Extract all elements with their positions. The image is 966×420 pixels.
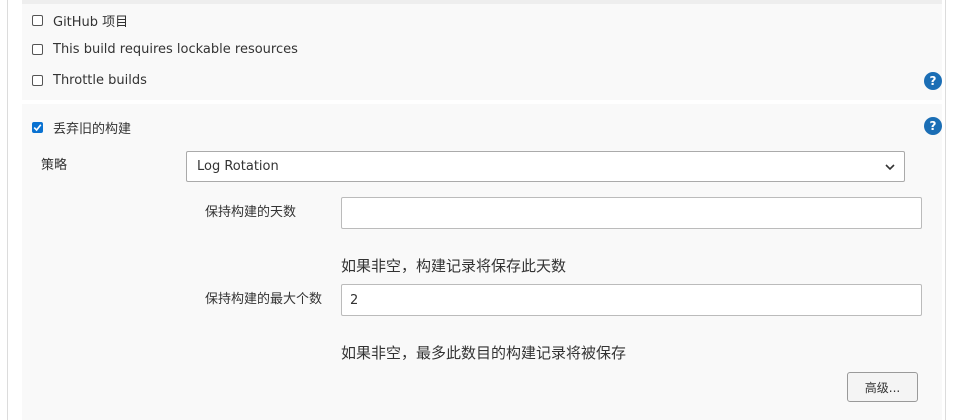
check-icon [33,124,42,132]
checkbox[interactable] [32,44,43,55]
right-divider [945,0,946,420]
option-discard-old-builds[interactable]: 丢弃旧的构建 [32,118,131,137]
option-github-project[interactable]: GitHub 项目 [32,11,128,30]
option-throttle-builds[interactable]: Throttle builds [32,73,147,88]
left-divider [7,0,8,420]
help-icon[interactable]: ? [924,117,942,135]
chevron-down-icon [885,163,895,170]
strategy-selected-value: Log Rotation [197,159,279,174]
checkbox-checked[interactable] [32,122,43,133]
max-builds-label: 保持构建的最大个数 [205,292,323,307]
days-to-keep-hint: 如果非空，构建记录将保存此天数 [341,257,567,275]
strategy-label: 策略 [41,158,68,173]
option-label: 丢弃旧的构建 [53,122,132,137]
checkbox[interactable] [32,75,43,86]
option-label: Throttle builds [53,73,147,88]
days-to-keep-label: 保持构建的天数 [205,205,297,220]
days-to-keep-input[interactable] [341,197,922,229]
panel-top-strip [22,0,942,4]
help-icon-glyph: ? [929,74,937,88]
option-lockable-resources[interactable]: This build requires lockable resources [32,42,298,57]
option-label: This build requires lockable resources [53,42,298,57]
strategy-select[interactable]: Log Rotation [186,151,905,182]
max-builds-hint: 如果非空，最多此数目的构建记录将被保存 [341,344,627,362]
checkbox[interactable] [32,15,43,26]
help-icon[interactable]: ? [924,72,942,90]
advanced-button[interactable]: 高级... [847,372,918,402]
help-icon-glyph: ? [929,119,937,133]
option-label: GitHub 项目 [53,15,129,30]
max-builds-input[interactable]: 2 [341,284,922,316]
